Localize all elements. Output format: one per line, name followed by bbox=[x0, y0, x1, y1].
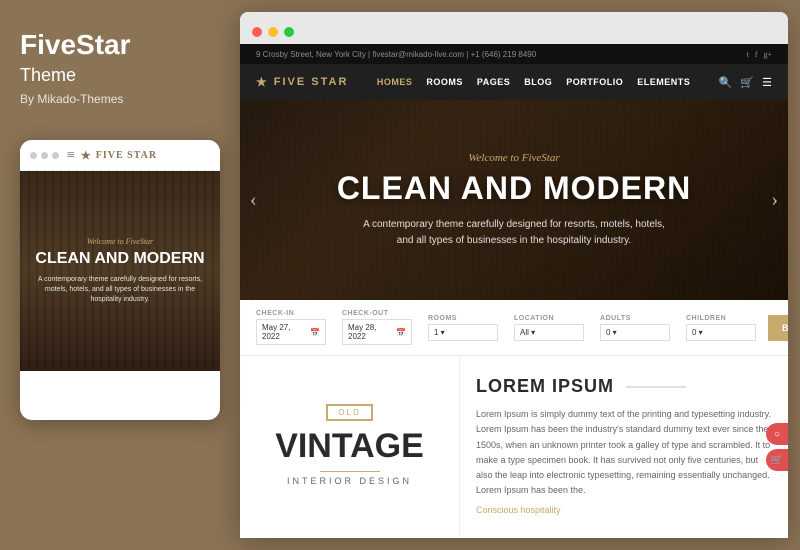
adults-label: ADULTS bbox=[600, 315, 670, 322]
lorem-header: LOREM IPSUM bbox=[476, 376, 772, 397]
right-panel: 9 Crosby Street, New York City | fivesta… bbox=[240, 12, 788, 538]
browser-dot-minimize[interactable] bbox=[268, 27, 278, 37]
booking-bar: CHECK-IN May 27, 2022 📅 CHECK-OUT May 28… bbox=[240, 300, 788, 356]
mobile-menu-icon: ≡ bbox=[67, 148, 75, 164]
mobile-welcome-text: Welcome to FiveStar bbox=[87, 237, 153, 246]
mobile-dots bbox=[30, 152, 59, 159]
site-logo: ★ FIVE STAR bbox=[256, 75, 348, 89]
children-label: CHILDREN bbox=[686, 315, 756, 322]
nav-link-homes[interactable]: HOMES bbox=[377, 77, 413, 87]
side-button-2[interactable]: 🛒 bbox=[766, 449, 788, 471]
checkout-field: CHECK-OUT May 28, 2022 📅 bbox=[342, 310, 412, 345]
browser-chrome bbox=[240, 12, 788, 44]
nav-action-icons: 🔍 🛒 ☰ bbox=[719, 76, 772, 89]
browser-dot-maximize[interactable] bbox=[284, 27, 294, 37]
left-panel: FiveStar Theme By Mikado-Themes ≡ ★ FIVE… bbox=[0, 0, 240, 550]
nav-link-pages[interactable]: PAGES bbox=[477, 77, 510, 87]
googleplus-icon[interactable]: g+ bbox=[763, 50, 772, 59]
vintage-title: VINTAGE bbox=[275, 429, 424, 463]
location-label: LOCATION bbox=[514, 315, 584, 322]
checkin-label: CHECK-IN bbox=[256, 310, 326, 317]
side-btn-1-icon: ○ bbox=[774, 429, 780, 440]
nav-link-elements[interactable]: ELEMENTS bbox=[637, 77, 690, 87]
rooms-select[interactable]: 1 ▾ bbox=[428, 324, 498, 341]
hero-headline-text: CLEAN AND MODERN bbox=[337, 170, 691, 207]
site-social-icons: t f g+ bbox=[747, 50, 772, 59]
hero-content: Welcome to FiveStar CLEAN AND MODERN A c… bbox=[337, 152, 691, 249]
site-logo-star-icon: ★ bbox=[256, 75, 269, 89]
checkin-calendar-icon: 📅 bbox=[310, 328, 320, 337]
checkout-label: CHECK-OUT bbox=[342, 310, 412, 317]
hero-prev-arrow[interactable]: ‹ bbox=[250, 189, 257, 212]
mobile-mockup: ≡ ★ FIVE STAR Welcome to FiveStar CLEAN … bbox=[20, 140, 220, 420]
mobile-dot-3 bbox=[52, 152, 59, 159]
menu-icon[interactable]: ☰ bbox=[762, 76, 772, 89]
site-logo-text: FIVE STAR bbox=[274, 76, 349, 88]
lorem-title-line bbox=[626, 386, 686, 388]
mobile-dot-2 bbox=[41, 152, 48, 159]
mobile-dot-1 bbox=[30, 152, 37, 159]
side-btn-2-icon: 🛒 bbox=[771, 455, 783, 466]
website-content: 9 Crosby Street, New York City | fivesta… bbox=[240, 44, 788, 538]
vintage-badge: OLD bbox=[326, 404, 372, 421]
mobile-hero: Welcome to FiveStar CLEAN AND MODERN A c… bbox=[20, 171, 220, 371]
hero-subtext: A contemporary theme carefully designed … bbox=[363, 217, 665, 249]
lower-wrapper: OLD VINTAGE INTERIOR DESIGN LOREM IPSUM … bbox=[240, 356, 788, 538]
browser-dot-close[interactable] bbox=[252, 27, 262, 37]
mobile-logo: ★ FIVE STAR bbox=[81, 149, 157, 162]
hero-welcome-text: Welcome to FiveStar bbox=[468, 152, 559, 164]
location-field: LOCATION All ▾ bbox=[514, 315, 584, 341]
vintage-sub: INTERIOR DESIGN bbox=[287, 476, 412, 486]
nav-link-blog[interactable]: BLOG bbox=[524, 77, 552, 87]
side-button-1[interactable]: ○ bbox=[766, 423, 788, 445]
adults-select[interactable]: 0 ▾ bbox=[600, 324, 670, 341]
mobile-hero-overlay bbox=[20, 171, 220, 371]
checkin-input[interactable]: May 27, 2022 📅 bbox=[256, 319, 326, 345]
rooms-label: ROOMS bbox=[428, 315, 498, 322]
search-icon[interactable]: 🔍 bbox=[719, 76, 733, 89]
brand-title: FiveStar bbox=[20, 30, 131, 61]
lower-right: LOREM IPSUM Lorem Ipsum is simply dummy … bbox=[460, 356, 788, 538]
mobile-top-bar: ≡ ★ FIVE STAR bbox=[20, 140, 220, 171]
vintage-divider bbox=[320, 471, 380, 472]
checkout-input[interactable]: May 28, 2022 📅 bbox=[342, 319, 412, 345]
adults-field: ADULTS 0 ▾ bbox=[600, 315, 670, 341]
mobile-desc-text: A contemporary theme carefully designed … bbox=[20, 275, 220, 304]
children-field: CHILDREN 0 ▾ bbox=[686, 315, 756, 341]
site-nav-top: 9 Crosby Street, New York City | fivesta… bbox=[240, 44, 788, 64]
nav-links: HOMES ROOMS PAGES BLOG PORTFOLIO ELEMENT… bbox=[377, 77, 690, 87]
children-select[interactable]: 0 ▾ bbox=[686, 324, 756, 341]
facebook-icon[interactable]: f bbox=[755, 50, 758, 59]
hero-next-arrow[interactable]: › bbox=[771, 189, 778, 212]
location-select[interactable]: All ▾ bbox=[514, 324, 584, 341]
rooms-field: ROOMS 1 ▾ bbox=[428, 315, 498, 341]
mobile-headline-text: CLEAN AND MODERN bbox=[35, 250, 204, 268]
nav-link-rooms[interactable]: ROOMS bbox=[426, 77, 463, 87]
theme-label: Theme bbox=[20, 65, 76, 86]
twitter-icon[interactable]: t bbox=[747, 50, 749, 59]
site-contact-info: 9 Crosby Street, New York City | fivesta… bbox=[256, 50, 536, 59]
checkout-calendar-icon: 📅 bbox=[396, 328, 406, 337]
checkin-field: CHECK-IN May 27, 2022 📅 bbox=[256, 310, 326, 345]
cart-icon[interactable]: 🛒 bbox=[740, 76, 754, 89]
lorem-body: Lorem Ipsum is simply dummy text of the … bbox=[476, 407, 772, 497]
nav-link-portfolio[interactable]: PORTFOLIO bbox=[566, 77, 623, 87]
book-now-button[interactable]: BOOK NOW bbox=[768, 315, 788, 341]
site-nav-main: ★ FIVE STAR HOMES ROOMS PAGES BLOG PORTF… bbox=[240, 64, 788, 100]
hero-section: ‹ › Welcome to FiveStar CLEAN AND MODERN… bbox=[240, 100, 788, 300]
side-buttons: ○ 🛒 bbox=[766, 423, 788, 471]
lower-left: OLD VINTAGE INTERIOR DESIGN bbox=[240, 356, 460, 538]
conscious-hospitality-link[interactable]: Conscious hospitality bbox=[476, 505, 772, 515]
by-label: By Mikado-Themes bbox=[20, 92, 123, 106]
lorem-title: LOREM IPSUM bbox=[476, 376, 614, 397]
mobile-star-icon: ★ bbox=[81, 149, 92, 162]
